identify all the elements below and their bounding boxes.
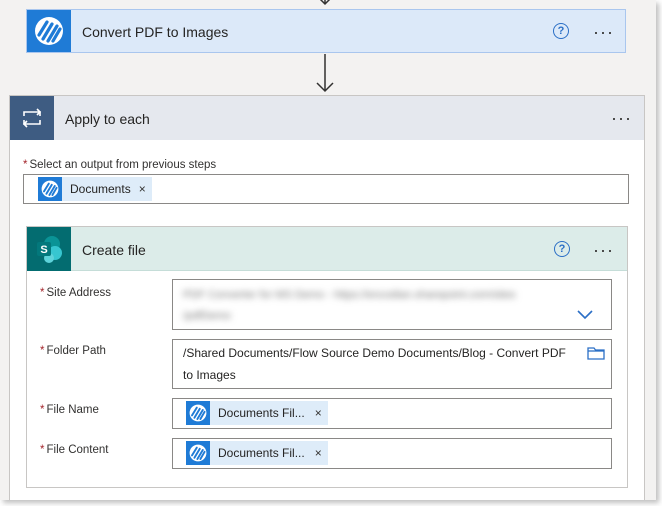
output-field-label: * Select an output from previous steps <box>23 159 217 171</box>
site-address-dropdown[interactable]: PDF Converter for MS Demo - https://enco… <box>172 279 612 330</box>
stripes-connector-icon <box>186 401 210 425</box>
stripes-connector-icon <box>38 177 62 201</box>
help-icon[interactable]: ? <box>554 241 570 257</box>
token-label: Documents Fil... <box>218 406 305 420</box>
documents-token: Documents × <box>38 177 152 201</box>
apply-to-each-title: Apply to each <box>65 111 150 127</box>
file-name-input[interactable]: Documents Fil... × <box>172 398 612 429</box>
site-address-value-line2: /pdfDemo <box>183 310 231 322</box>
create-file-card: S Create file ? ··· * Site Address PDF Co… <box>26 226 628 488</box>
remove-token-icon[interactable]: × <box>315 406 322 420</box>
convert-step-title: Convert PDF to Images <box>82 24 229 40</box>
create-file-header[interactable]: S Create file ? ··· <box>27 227 627 271</box>
more-options-icon[interactable]: ··· <box>611 109 632 127</box>
required-mark: * <box>40 404 45 416</box>
documents-file-token: Documents Fil... × <box>186 401 328 425</box>
token-label: Documents <box>70 182 131 196</box>
folder-path-label: * Folder Path <box>40 345 106 357</box>
output-input[interactable]: Documents × <box>23 174 629 204</box>
required-mark: * <box>23 159 28 171</box>
documents-file-token: Documents Fil... × <box>186 441 328 465</box>
remove-token-icon[interactable]: × <box>315 446 322 460</box>
folder-path-value: /Shared Documents/Flow Source Demo Docum… <box>183 346 566 360</box>
connector-arrow-top <box>319 0 331 6</box>
required-mark: * <box>40 345 45 357</box>
loop-icon <box>10 96 54 140</box>
more-options-icon[interactable]: ··· <box>593 241 614 259</box>
required-mark: * <box>40 444 45 456</box>
sharepoint-icon: S <box>27 227 71 271</box>
stripes-connector-icon <box>186 441 210 465</box>
chevron-down-icon[interactable] <box>577 310 593 320</box>
connector-arrow-down <box>316 54 334 93</box>
svg-text:S: S <box>40 244 47 256</box>
create-file-title: Create file <box>82 242 146 258</box>
site-address-label: * Site Address <box>40 287 112 299</box>
apply-to-each-card: Apply to each ··· * Select an output from… <box>9 95 645 500</box>
token-label: Documents Fil... <box>218 446 305 460</box>
apply-to-each-header[interactable]: Apply to each ··· <box>10 96 644 140</box>
flow-designer-canvas: Convert PDF to Images ? ··· Apply to eac… <box>0 0 656 500</box>
required-mark: * <box>40 287 45 299</box>
more-options-icon[interactable]: ··· <box>593 23 614 41</box>
convert-pdf-step-card[interactable]: Convert PDF to Images ? ··· <box>26 9 626 53</box>
file-content-label: * File Content <box>40 444 109 456</box>
file-content-input[interactable]: Documents Fil... × <box>172 438 612 469</box>
remove-token-icon[interactable]: × <box>139 182 146 196</box>
folder-path-input[interactable]: /Shared Documents/Flow Source Demo Docum… <box>172 339 612 389</box>
help-icon[interactable]: ? <box>553 23 569 39</box>
file-name-label: * File Name <box>40 404 99 416</box>
site-address-value: PDF Converter for MS Demo - https://enco… <box>183 289 516 301</box>
stripes-connector-icon <box>27 10 71 52</box>
folder-path-value-line2: to Images <box>183 368 236 382</box>
folder-icon[interactable] <box>587 346 605 360</box>
